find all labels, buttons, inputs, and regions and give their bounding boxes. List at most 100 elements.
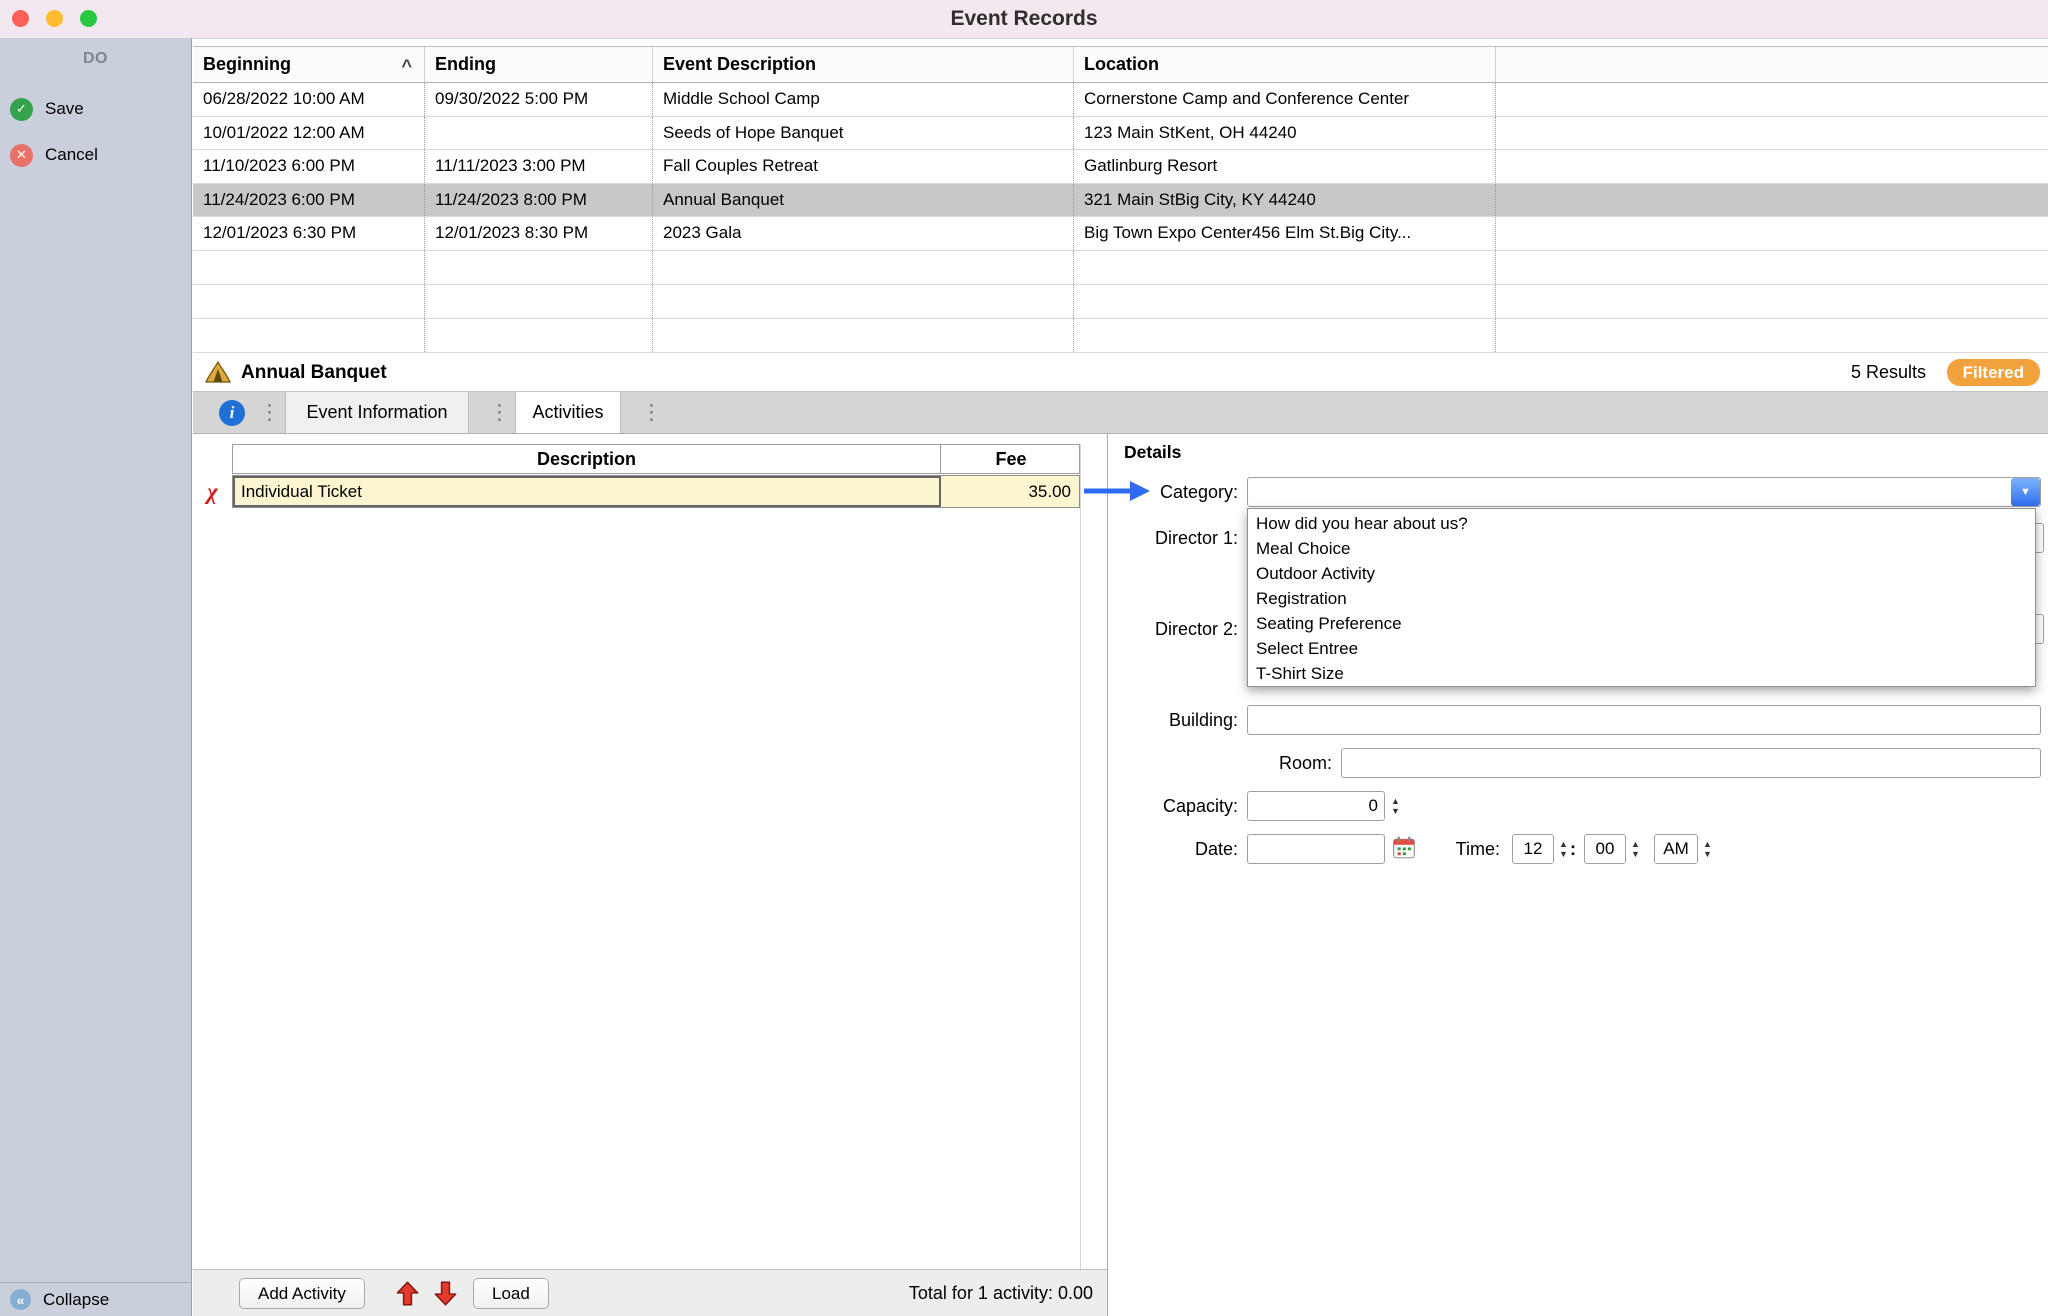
stepper-up-icon[interactable]: ▲ xyxy=(1391,796,1400,806)
hour-stepper[interactable]: ▲ ▼ xyxy=(1556,835,1571,863)
room-field[interactable] xyxy=(1341,748,2041,778)
activity-fee-cell[interactable]: 35.00 xyxy=(941,476,1081,507)
cell-empty xyxy=(1496,117,2048,150)
event-row-selected[interactable]: 11/24/2023 6:00 PM 11/24/2023 8:00 PM An… xyxy=(193,184,2048,218)
cell-beginning: 11/24/2023 6:00 PM xyxy=(193,184,425,217)
activities-toolbar: Add Activity Load Total for 1 activity: … xyxy=(193,1269,1108,1316)
cell-empty xyxy=(1074,251,1496,284)
cancel-label: Cancel xyxy=(45,145,98,165)
details-panel: Details Category: ▼ Director 1: Director… xyxy=(1108,434,2048,1316)
column-header-beginning[interactable]: Beginning ^ xyxy=(193,47,425,82)
event-row-empty xyxy=(193,251,2048,285)
cell-beginning: 10/01/2022 12:00 AM xyxy=(193,117,425,150)
stepper-down-icon[interactable]: ▼ xyxy=(1391,806,1400,816)
stepper-down-icon[interactable]: ▼ xyxy=(1631,849,1640,859)
cell-empty xyxy=(193,319,425,352)
cell-empty xyxy=(1074,285,1496,318)
capacity-label: Capacity: xyxy=(1108,791,1238,821)
date-field[interactable] xyxy=(1247,834,1385,864)
dropdown-option[interactable]: Registration xyxy=(1248,586,2035,611)
event-row[interactable]: 11/10/2023 6:00 PM 11/11/2023 3:00 PM Fa… xyxy=(193,150,2048,184)
room-label: Room: xyxy=(1108,748,1332,778)
collapse-sidebar-button[interactable]: « Collapse xyxy=(0,1282,191,1316)
event-row[interactable]: 10/01/2022 12:00 AM Seeds of Hope Banque… xyxy=(193,117,2048,151)
save-check-icon: ✓ xyxy=(10,98,33,121)
cell-empty xyxy=(1496,319,2048,352)
drag-handle-icon[interactable]: ⋮ xyxy=(489,392,510,433)
cell-empty xyxy=(425,251,653,284)
date-label: Date: xyxy=(1108,834,1238,864)
ampm-stepper[interactable]: ▲ ▼ xyxy=(1700,835,1715,863)
drag-handle-icon[interactable]: ⋮ xyxy=(259,392,280,433)
cancel-button[interactable]: ✕ Cancel xyxy=(10,140,98,170)
sidebar-header: DO xyxy=(0,38,191,68)
column-divider xyxy=(1080,444,1081,1269)
director1-label: Director 1: xyxy=(1108,523,1238,553)
cell-ending: 11/11/2023 3:00 PM xyxy=(425,150,653,183)
event-row-empty xyxy=(193,319,2048,353)
time-minute-field[interactable] xyxy=(1584,834,1626,864)
delete-activity-icon[interactable]: χ xyxy=(193,475,232,508)
window-title: Event Records xyxy=(0,0,2048,38)
sidebar: DO ✓ Save ✕ Cancel « Collapse xyxy=(0,38,192,1316)
event-row[interactable]: 12/01/2023 6:30 PM 12/01/2023 8:30 PM 20… xyxy=(193,217,2048,251)
save-button[interactable]: ✓ Save xyxy=(10,94,84,124)
dropdown-option[interactable]: Outdoor Activity xyxy=(1248,561,2035,586)
stepper-up-icon[interactable]: ▲ xyxy=(1559,839,1568,849)
cell-beginning: 12/01/2023 6:30 PM xyxy=(193,217,425,250)
drag-handle-icon[interactable]: ⋮ xyxy=(641,392,662,433)
move-up-icon[interactable] xyxy=(394,1280,421,1307)
cell-empty xyxy=(1496,150,2048,183)
cell-description: Fall Couples Retreat xyxy=(653,150,1074,183)
capacity-stepper[interactable]: ▲ ▼ xyxy=(1388,792,1403,820)
collapse-chevrons-icon: « xyxy=(10,1289,31,1310)
dropdown-option[interactable]: How did you hear about us? xyxy=(1248,511,2035,536)
cell-description: Middle School Camp xyxy=(653,83,1074,116)
activities-table-header: Description Fee xyxy=(232,444,1080,474)
column-header-activity-description: Description xyxy=(233,445,941,473)
record-title: Annual Banquet xyxy=(241,353,387,392)
event-row[interactable]: 06/28/2022 10:00 AM 09/30/2022 5:00 PM M… xyxy=(193,83,2048,117)
cell-empty xyxy=(1496,251,2048,284)
cell-empty xyxy=(1496,285,2048,318)
cell-location: 123 Main StKent, OH 44240 xyxy=(1074,117,1496,150)
activity-row[interactable]: Individual Ticket 35.00 xyxy=(232,475,1080,508)
stepper-up-icon[interactable]: ▲ xyxy=(1703,839,1712,849)
cell-beginning: 06/28/2022 10:00 AM xyxy=(193,83,425,116)
cell-ending: 12/01/2023 8:30 PM xyxy=(425,217,653,250)
cell-empty xyxy=(193,251,425,284)
events-table-header: Beginning ^ Ending Event Description Loc… xyxy=(193,47,2048,83)
tab-event-information[interactable]: Event Information xyxy=(285,392,469,433)
cell-empty xyxy=(653,251,1074,284)
time-ampm-field[interactable] xyxy=(1654,834,1698,864)
minute-stepper[interactable]: ▲ ▼ xyxy=(1628,835,1643,863)
stepper-up-icon[interactable]: ▲ xyxy=(1631,839,1640,849)
cell-location: 321 Main StBig City, KY 44240 xyxy=(1074,184,1496,217)
capacity-field[interactable] xyxy=(1247,791,1385,821)
info-icon[interactable]: i xyxy=(219,400,245,426)
stepper-down-icon[interactable]: ▼ xyxy=(1703,849,1712,859)
dropdown-option[interactable]: Meal Choice xyxy=(1248,536,2035,561)
filtered-badge[interactable]: Filtered xyxy=(1947,359,2040,386)
tab-activities[interactable]: Activities xyxy=(515,392,621,433)
dropdown-option[interactable]: T-Shirt Size xyxy=(1248,661,2035,686)
category-dropdown-list: How did you hear about us? Meal Choice O… xyxy=(1247,508,2036,687)
cell-empty xyxy=(193,285,425,318)
time-hour-field[interactable] xyxy=(1512,834,1554,864)
load-button[interactable]: Load xyxy=(473,1278,549,1309)
building-field[interactable] xyxy=(1247,705,2041,735)
move-down-icon[interactable] xyxy=(432,1280,459,1307)
column-header-ending[interactable]: Ending xyxy=(425,47,653,82)
category-field[interactable] xyxy=(1247,477,2041,507)
dropdown-option[interactable]: Select Entree xyxy=(1248,636,2035,661)
category-dropdown-button[interactable]: ▼ xyxy=(2011,478,2040,506)
activity-description-cell[interactable]: Individual Ticket xyxy=(233,476,941,507)
stepper-down-icon[interactable]: ▼ xyxy=(1559,849,1568,859)
column-header-description[interactable]: Event Description xyxy=(653,47,1074,82)
cell-ending: 11/24/2023 8:00 PM xyxy=(425,184,653,217)
column-header-location[interactable]: Location xyxy=(1074,47,1496,82)
cell-empty xyxy=(1496,217,2048,250)
cell-location: Big Town Expo Center456 Elm St.Big City.… xyxy=(1074,217,1496,250)
dropdown-option[interactable]: Seating Preference xyxy=(1248,611,2035,636)
add-activity-button[interactable]: Add Activity xyxy=(239,1278,365,1309)
